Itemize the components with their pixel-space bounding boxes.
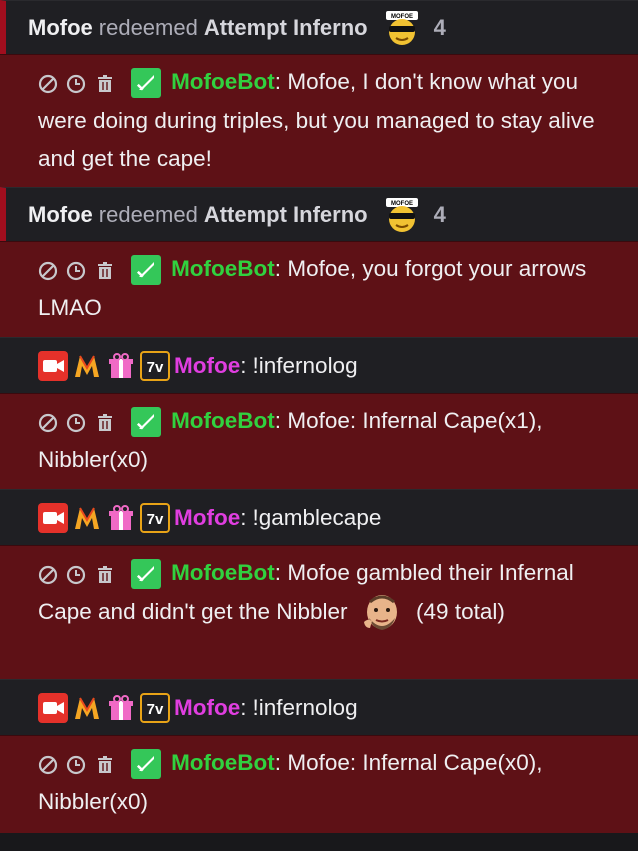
chat-message: MofoeBot: Mofoe gambled their Infernal C… bbox=[0, 545, 638, 679]
7tv-icon[interactable]: 7v bbox=[140, 350, 170, 381]
m-logo-icon[interactable] bbox=[72, 503, 102, 533]
colon: : bbox=[274, 256, 282, 281]
redeem-cost: 4 bbox=[433, 201, 446, 227]
colon: : bbox=[274, 750, 282, 775]
colon: : bbox=[274, 560, 282, 585]
colon: : bbox=[274, 408, 282, 433]
gift-icon[interactable] bbox=[106, 351, 136, 381]
delete-icon[interactable] bbox=[95, 565, 115, 585]
message-text: !gamblecape bbox=[252, 504, 382, 530]
mofoe-sunglasses-emote: MOFOE bbox=[385, 197, 418, 232]
mod-actions bbox=[38, 745, 117, 783]
chat-message: 7v Mofoe: !infernolog bbox=[0, 679, 638, 735]
redeem-verb: redeemed bbox=[98, 14, 198, 40]
sword-icon[interactable] bbox=[130, 68, 161, 99]
man-face-emote bbox=[363, 595, 397, 631]
redemption-row: Mofoe redeemed Attempt Inferno MOFOE 4 bbox=[0, 187, 638, 241]
bot-username[interactable]: MofoeBot bbox=[171, 750, 275, 775]
timeout-icon[interactable] bbox=[66, 565, 86, 585]
m-logo-icon[interactable] bbox=[72, 351, 102, 381]
mod-actions bbox=[38, 64, 117, 102]
7tv-icon[interactable]: 7v bbox=[140, 692, 170, 723]
chat-message: MofoeBot: Mofoe: Infernal Cape(x0), Nibb… bbox=[0, 735, 638, 833]
svg-text:7v: 7v bbox=[147, 511, 164, 528]
colon: : bbox=[240, 694, 247, 720]
ban-icon[interactable] bbox=[38, 74, 58, 94]
viewer-username[interactable]: Mofoe bbox=[174, 353, 240, 379]
chat-message: MofoeBot: Mofoe, you forgot your arrows … bbox=[0, 241, 638, 337]
delete-icon[interactable] bbox=[95, 413, 115, 433]
redeem-reward: Attempt Inferno bbox=[203, 14, 368, 40]
sword-icon[interactable] bbox=[130, 255, 161, 286]
mofoe-sunglasses-emote: MOFOE bbox=[385, 10, 418, 45]
viewer-username[interactable]: Mofoe bbox=[174, 505, 240, 531]
redemption-row: Mofoe redeemed Attempt Inferno MOFOE 4 bbox=[0, 0, 638, 54]
bot-username[interactable]: MofoeBot bbox=[171, 408, 275, 433]
viewer-username[interactable]: Mofoe bbox=[174, 695, 240, 721]
redeem-cost: 4 bbox=[433, 14, 446, 40]
ban-icon[interactable] bbox=[38, 565, 58, 585]
gift-icon[interactable] bbox=[106, 503, 136, 533]
mod-actions bbox=[38, 403, 117, 441]
timeout-icon[interactable] bbox=[66, 261, 86, 281]
svg-text:7v: 7v bbox=[147, 701, 164, 718]
message-text: !infernolog bbox=[252, 352, 358, 378]
chat-message: 7v Mofoe: !infernolog bbox=[0, 337, 638, 393]
mod-actions bbox=[38, 251, 117, 289]
timeout-icon[interactable] bbox=[66, 74, 86, 94]
bot-username[interactable]: MofoeBot bbox=[171, 560, 275, 585]
ban-icon[interactable] bbox=[38, 413, 58, 433]
chat-message: 7v Mofoe: !gamblecape bbox=[0, 489, 638, 545]
redeem-username[interactable]: Mofoe bbox=[28, 15, 93, 41]
mod-actions bbox=[38, 555, 117, 593]
message-text: (49 total) bbox=[416, 599, 505, 625]
delete-icon[interactable] bbox=[95, 261, 115, 281]
redeem-reward: Attempt Inferno bbox=[203, 201, 368, 227]
sword-icon[interactable] bbox=[130, 559, 161, 590]
sword-icon[interactable] bbox=[130, 749, 161, 780]
gift-icon[interactable] bbox=[106, 693, 136, 723]
redeem-verb: redeemed bbox=[98, 201, 198, 227]
camera-icon[interactable] bbox=[38, 350, 68, 381]
delete-icon[interactable] bbox=[95, 755, 115, 775]
7tv-icon[interactable]: 7v bbox=[140, 502, 170, 533]
camera-icon[interactable] bbox=[38, 502, 68, 533]
colon: : bbox=[240, 352, 247, 378]
sword-icon[interactable] bbox=[130, 407, 161, 438]
timeout-icon[interactable] bbox=[66, 413, 86, 433]
message-text: Mofoe, you forgot your arrows LMAO bbox=[38, 256, 587, 321]
redeem-username[interactable]: Mofoe bbox=[28, 202, 93, 228]
ban-icon[interactable] bbox=[38, 755, 58, 775]
chat-panel: Mofoe redeemed Attempt Inferno MOFOE 4 M… bbox=[0, 0, 638, 851]
delete-icon[interactable] bbox=[95, 74, 115, 94]
m-logo-icon[interactable] bbox=[72, 693, 102, 723]
timeout-icon[interactable] bbox=[66, 755, 86, 775]
camera-icon[interactable] bbox=[38, 692, 68, 723]
svg-text:7v: 7v bbox=[147, 359, 164, 376]
chat-message: MofoeBot: Mofoe, I don't know what you w… bbox=[0, 54, 638, 187]
colon: : bbox=[274, 69, 282, 94]
colon: : bbox=[240, 504, 247, 530]
bot-username[interactable]: MofoeBot bbox=[171, 69, 275, 94]
bot-username[interactable]: MofoeBot bbox=[171, 256, 275, 281]
message-text: Mofoe, I don't know what you were doing … bbox=[38, 69, 595, 172]
message-text: !infernolog bbox=[252, 694, 358, 720]
ban-icon[interactable] bbox=[38, 261, 58, 281]
chat-message: MofoeBot: Mofoe: Infernal Cape(x1), Nibb… bbox=[0, 393, 638, 489]
